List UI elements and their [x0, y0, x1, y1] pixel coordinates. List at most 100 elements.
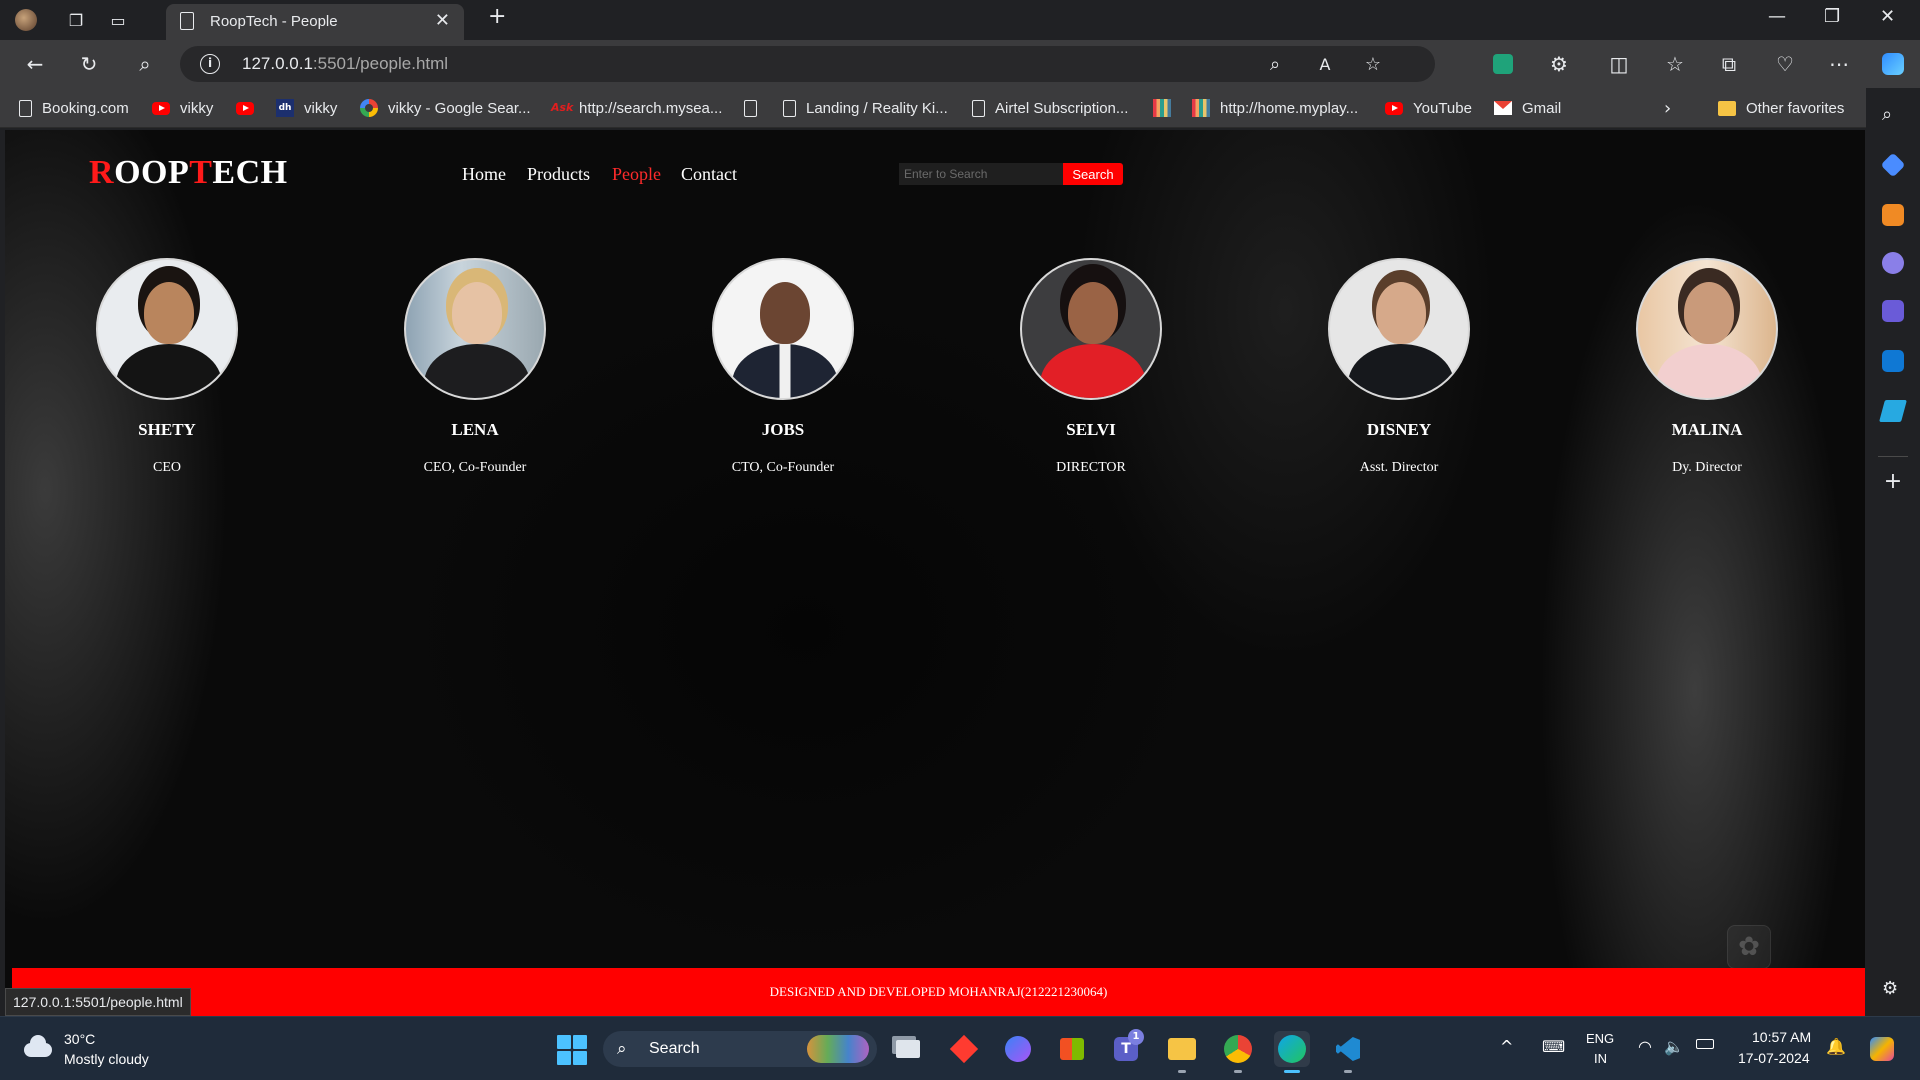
start-windows-icon[interactable]: [557, 1035, 587, 1065]
tab-rooptech-people[interactable]: RoopTech - People ✕: [166, 4, 464, 40]
microsoft-store-icon[interactable]: [1054, 1031, 1090, 1067]
favorite-star-icon[interactable]: ☆: [1360, 51, 1386, 77]
status-bar-url: 127.0.0.1:5501/people.html: [5, 988, 191, 1016]
site-search-button[interactable]: Search: [1063, 163, 1123, 185]
bookmark-myplay[interactable]: http://home.myplay...: [1192, 98, 1358, 118]
cloud-weather-icon[interactable]: [22, 1035, 52, 1057]
split-screen-icon[interactable]: ◫: [1606, 51, 1632, 77]
other-favorites[interactable]: Other favorites: [1718, 98, 1844, 118]
google-icon: [360, 99, 378, 117]
weather-temp[interactable]: 30°C: [64, 1031, 95, 1047]
vscode-icon[interactable]: [1330, 1031, 1366, 1073]
address-bar[interactable]: i 127.0.0.1:5501/people.html ⌕ A ☆: [180, 46, 1435, 82]
volume-icon[interactable]: 🔈: [1664, 1037, 1684, 1056]
taskbar-search[interactable]: ⌕ Search: [603, 1031, 877, 1067]
more-menu-icon[interactable]: ⋯: [1826, 51, 1852, 77]
new-tab-button[interactable]: +: [488, 4, 506, 29]
chat-widget-icon[interactable]: ✿: [1727, 925, 1771, 969]
teams-icon[interactable]: T1: [1108, 1029, 1144, 1067]
language-eng[interactable]: ENG: [1586, 1031, 1614, 1046]
nav-products[interactable]: Products: [527, 164, 590, 185]
bookmark-vikky-youtube[interactable]: vikky: [152, 98, 213, 118]
more-bookmarks-chevron-icon[interactable]: ›: [1664, 98, 1671, 119]
person-role: Dy. Director: [1672, 460, 1742, 475]
copilot-icon[interactable]: [1880, 51, 1906, 77]
wifi-icon[interactable]: ◠: [1638, 1037, 1652, 1056]
bookmark-landing[interactable]: Landing / Reality Ki...: [780, 98, 948, 118]
outlook-icon[interactable]: [1882, 350, 1904, 372]
drop-send-icon[interactable]: [1879, 400, 1907, 422]
show-hidden-icons-chevron-icon[interactable]: ^: [1500, 1037, 1513, 1056]
avatar-body: [732, 344, 838, 398]
app-messenger-icon[interactable]: [1000, 1031, 1036, 1067]
avatar-body: [1656, 344, 1762, 398]
avatar: [96, 258, 238, 400]
add-sidebar-app-icon[interactable]: +: [1882, 471, 1904, 494]
browser-essentials-icon[interactable]: ♡: [1772, 51, 1798, 77]
back-icon[interactable]: ←: [22, 51, 48, 77]
games-icon[interactable]: [1882, 252, 1904, 274]
language-in[interactable]: IN: [1594, 1051, 1607, 1066]
chrome-icon[interactable]: [1220, 1031, 1256, 1073]
bookmark-airtel[interactable]: Airtel Subscription...: [969, 98, 1128, 118]
file-explorer-icon[interactable]: [1164, 1031, 1200, 1073]
clock-date[interactable]: 17-07-2024: [1738, 1050, 1810, 1066]
app-red-diamond-icon[interactable]: [946, 1031, 982, 1067]
bookmark-mysearch[interactable]: Ask http://search.mysea...: [551, 98, 722, 118]
bookmark-booking[interactable]: Booking.com: [16, 98, 129, 118]
person-card-jobs: JOBS CTO, Co-Founder: [633, 258, 933, 476]
microsoft-365-icon[interactable]: [1882, 300, 1904, 322]
person-role: CEO: [153, 460, 181, 475]
bookmark-doc[interactable]: [741, 98, 767, 118]
profile-avatar-icon[interactable]: [14, 8, 38, 32]
sidebar-search-icon[interactable]: ⌕: [1882, 104, 1904, 126]
nav-home[interactable]: Home: [462, 164, 506, 185]
bookmark-youtube-main[interactable]: YouTube: [1385, 98, 1472, 118]
close-window-button[interactable]: ✕: [1880, 6, 1895, 27]
notification-bell-icon[interactable]: 🔔: [1826, 1037, 1846, 1056]
zoom-icon[interactable]: ⌕: [1262, 51, 1288, 77]
edge-sidebar: ⌕ + ⚙: [1866, 88, 1920, 1016]
nav-contact[interactable]: Contact: [681, 164, 737, 185]
bookmark-youtube[interactable]: [236, 98, 264, 118]
copilot-taskbar-icon[interactable]: [1864, 1031, 1900, 1067]
site-search-input[interactable]: [899, 163, 1065, 185]
refresh-icon[interactable]: ↻: [76, 51, 102, 77]
site-info-icon[interactable]: i: [200, 54, 220, 74]
tools-briefcase-icon[interactable]: [1882, 204, 1904, 226]
avatar: [404, 258, 546, 400]
sidebar-divider: [1878, 456, 1908, 457]
extensions-icon[interactable]: ⚙: [1546, 51, 1572, 77]
tab-actions-icon[interactable]: ▭: [106, 8, 130, 32]
browser-tab-bar: ❐ ▭ RoopTech - People ✕ + — ❐ ✕: [0, 0, 1920, 40]
close-tab-icon[interactable]: ✕: [435, 10, 450, 31]
task-view-icon[interactable]: [890, 1031, 926, 1067]
copilot-extension-icon[interactable]: [1490, 51, 1516, 77]
url-text[interactable]: 127.0.0.1:5501/people.html: [242, 54, 448, 74]
youtube-icon: [1385, 101, 1403, 115]
keyboard-icon[interactable]: ⌨: [1542, 1037, 1565, 1056]
bookmark-gmail[interactable]: Gmail: [1494, 98, 1561, 118]
shopping-tag-icon[interactable]: [1880, 152, 1906, 178]
edge-icon[interactable]: [1274, 1031, 1310, 1073]
minimize-button[interactable]: —: [1768, 6, 1786, 27]
search-highlight-image: [807, 1035, 869, 1063]
search-icon[interactable]: ⌕: [132, 51, 158, 77]
doc-icon: [19, 99, 32, 117]
bookmark-google-search[interactable]: vikky - Google Sear...: [360, 98, 531, 118]
battery-icon[interactable]: [1696, 1039, 1714, 1049]
restore-button[interactable]: ❐: [1824, 6, 1840, 27]
read-aloud-icon[interactable]: A: [1312, 51, 1338, 77]
favorites-icon[interactable]: ☆: [1662, 51, 1688, 77]
bookmark-vikky-dailyhunt[interactable]: dh vikky: [276, 98, 337, 118]
tab-title: RoopTech - People: [210, 13, 338, 30]
site-logo[interactable]: ROOPTECH: [89, 154, 288, 192]
sidebar-settings-gear-icon[interactable]: ⚙: [1882, 978, 1904, 1000]
weather-condition[interactable]: Mostly cloudy: [64, 1051, 149, 1067]
bookmark-colorful[interactable]: [1153, 98, 1181, 118]
nav-people[interactable]: People: [612, 164, 661, 185]
collections-icon[interactable]: ⧉: [1716, 51, 1742, 77]
clock-time[interactable]: 10:57 AM: [1752, 1029, 1811, 1045]
person-name: JOBS: [761, 420, 805, 439]
workspaces-icon[interactable]: ❐: [64, 8, 88, 32]
